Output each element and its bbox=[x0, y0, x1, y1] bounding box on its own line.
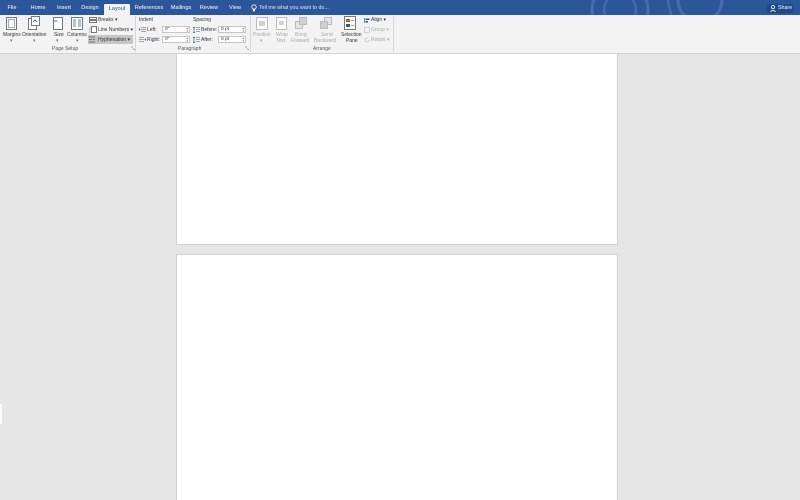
spacing-after-input[interactable]: 0 pt ▴ ▾ bbox=[218, 36, 246, 43]
tab-design[interactable]: Design bbox=[78, 3, 102, 15]
columns-dropdown-icon[interactable]: ▾ bbox=[76, 38, 79, 44]
group-separator bbox=[250, 16, 251, 52]
selection-pane-icon bbox=[344, 16, 356, 30]
wrap-text-icon bbox=[276, 17, 287, 30]
breaks-button[interactable]: Breaks ▾ bbox=[98, 17, 117, 23]
hyphenation-label: Hyphenation bbox=[98, 37, 127, 43]
ribbon: Margins ▾ Orientation ▾ Size ▾ Columns ▾… bbox=[0, 15, 800, 54]
orientation-dropdown-icon[interactable]: ▾ bbox=[33, 38, 36, 44]
rotate-icon bbox=[364, 37, 370, 43]
indent-right-value: 0" bbox=[165, 37, 170, 42]
margins-dropdown-icon[interactable]: ▾ bbox=[10, 38, 13, 44]
spinner-arrows-icon[interactable]: ▴ ▾ bbox=[186, 37, 188, 43]
indent-left-value: 0" bbox=[165, 27, 170, 32]
spinner-arrows-icon[interactable]: ▴ ▾ bbox=[242, 27, 244, 33]
group-icon bbox=[364, 27, 370, 33]
rotate-button[interactable]: Rotate ▾ bbox=[371, 37, 390, 43]
indent-heading: Indent bbox=[139, 17, 153, 23]
selection-pane-line2[interactable]: Pane bbox=[346, 38, 358, 44]
line-numbers-button[interactable]: Line Numbers ▾ bbox=[98, 27, 133, 33]
bring-forward-line2[interactable]: Forward bbox=[291, 38, 309, 44]
lightbulb-icon bbox=[251, 4, 257, 12]
tell-me-placeholder: Tell me what you want to do... bbox=[259, 5, 329, 11]
hyphenation-button[interactable]: Hyphenation ▾ bbox=[98, 37, 130, 43]
line-numbers-icon bbox=[89, 26, 97, 33]
share-button[interactable]: Share bbox=[767, 4, 793, 13]
send-backward-line2[interactable]: Backward bbox=[314, 38, 336, 44]
spacing-after-label: After: bbox=[201, 37, 213, 43]
orientation-icon bbox=[28, 16, 40, 30]
scroll-edge bbox=[0, 404, 2, 424]
columns-icon bbox=[71, 17, 83, 30]
spacing-heading: Spacing bbox=[193, 17, 212, 23]
spacing-after-icon bbox=[193, 37, 200, 43]
tab-review[interactable]: Review bbox=[197, 3, 221, 15]
paragraph-launcher-icon[interactable]: ⤡ bbox=[245, 46, 249, 52]
breaks-icon bbox=[89, 17, 97, 23]
margins-icon bbox=[6, 17, 17, 30]
size-icon bbox=[53, 17, 63, 30]
tell-me-search[interactable]: Tell me what you want to do... bbox=[251, 3, 329, 13]
tab-view[interactable]: View bbox=[225, 3, 245, 15]
position-dropdown-icon[interactable]: ▾ bbox=[260, 38, 263, 44]
document-page-1[interactable] bbox=[176, 54, 618, 245]
align-label: Align bbox=[371, 17, 383, 23]
paragraph-group-label: Paragraph bbox=[178, 46, 202, 52]
group-separator bbox=[135, 16, 136, 52]
spacing-before-input[interactable]: 0 pt ▴ ▾ bbox=[218, 26, 246, 33]
spinner-arrows-icon[interactable]: ▴ ▾ bbox=[186, 27, 188, 33]
indent-right-input[interactable]: 0" ▴ ▾ bbox=[162, 36, 190, 43]
send-backward-icon bbox=[320, 17, 332, 29]
indent-left-label: Left: bbox=[147, 27, 157, 33]
tab-mailings[interactable]: Mailings bbox=[167, 3, 195, 15]
spacing-before-label: Before: bbox=[201, 27, 218, 33]
indent-left-icon bbox=[139, 27, 146, 32]
spacing-before-icon bbox=[193, 27, 200, 33]
spacing-after-value: 0 pt bbox=[221, 37, 230, 42]
indent-right-icon bbox=[139, 37, 146, 42]
spacing-before-value: 0 pt bbox=[221, 27, 230, 32]
bring-forward-icon bbox=[295, 17, 307, 29]
tab-references[interactable]: References bbox=[133, 3, 165, 15]
line-numbers-label: Line Numbers bbox=[98, 27, 130, 33]
spinner-arrows-icon[interactable]: ▴ ▾ bbox=[242, 37, 244, 43]
page-setup-group-label: Page Setup bbox=[52, 46, 79, 52]
background-pattern bbox=[590, 0, 724, 15]
hyphenation-icon bbox=[89, 36, 95, 43]
tab-home[interactable]: Home bbox=[27, 3, 49, 15]
position-icon bbox=[256, 17, 268, 30]
rotate-label: Rotate bbox=[371, 37, 386, 43]
document-page-2[interactable] bbox=[176, 254, 618, 500]
tab-bar: File Home Insert Design Layout Reference… bbox=[0, 0, 800, 15]
person-icon bbox=[770, 5, 776, 12]
size-dropdown-icon[interactable]: ▾ bbox=[56, 38, 59, 44]
align-button[interactable]: Align ▾ bbox=[371, 17, 386, 23]
indent-left-input[interactable]: 0" ▴ ▾ bbox=[162, 26, 190, 33]
group-separator bbox=[393, 16, 394, 52]
indent-right-label: Right: bbox=[147, 37, 161, 43]
wrap-text-line2[interactable]: Text bbox=[276, 38, 285, 44]
share-label: Share bbox=[778, 5, 793, 11]
tab-layout[interactable]: Layout bbox=[104, 4, 130, 15]
tab-file[interactable]: File bbox=[3, 3, 21, 15]
group-label: Group bbox=[371, 27, 385, 33]
tab-insert[interactable]: Insert bbox=[52, 3, 76, 15]
arrange-group-label: Arrange bbox=[313, 46, 331, 52]
align-icon bbox=[364, 18, 370, 23]
breaks-label: Breaks bbox=[98, 17, 114, 23]
group-button[interactable]: Group ▾ bbox=[371, 27, 389, 33]
